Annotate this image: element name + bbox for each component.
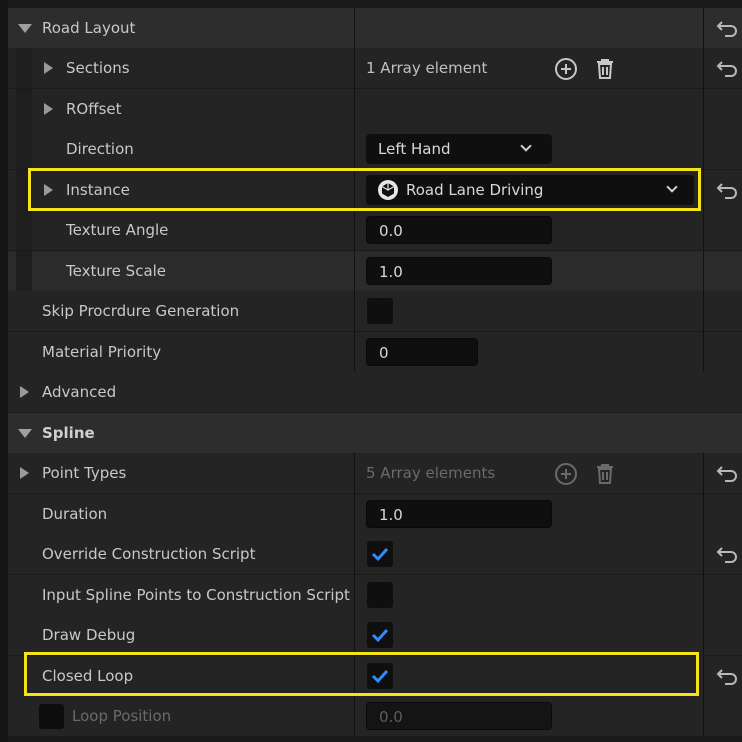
texture-scale-label: Texture Scale: [66, 262, 167, 280]
row-roffset: ROffset: [8, 89, 742, 129]
row-draw-debug: Draw Debug: [8, 615, 742, 655]
checkmark-icon: [371, 547, 389, 562]
collapse-arrow-icon[interactable]: [18, 24, 32, 33]
spline-label: Spline: [42, 424, 95, 442]
override-construction-script-label: Override Construction Script: [42, 545, 256, 563]
direction-dropdown[interactable]: Left Hand: [366, 134, 552, 164]
delete-element-icon[interactable]: [593, 462, 617, 486]
row-input-spline-points: Input Spline Points to Construction Scri…: [8, 575, 742, 615]
point-types-value: 5 Array elements: [366, 464, 496, 482]
material-priority-input[interactable]: 0: [366, 338, 478, 366]
texture-angle-input[interactable]: 0.0: [366, 216, 552, 244]
draw-debug-label: Draw Debug: [42, 626, 136, 644]
expand-arrow-icon[interactable]: [44, 103, 53, 115]
skip-procedure-generation-label: Skip Procrdure Generation: [42, 302, 240, 320]
reset-icon[interactable]: [716, 463, 740, 483]
expand-arrow-icon[interactable]: [20, 467, 29, 479]
reset-icon[interactable]: [716, 544, 740, 564]
row-texture-scale: Texture Scale 1.0: [8, 251, 742, 291]
reset-icon[interactable]: [716, 18, 740, 38]
texture-scale-input[interactable]: 1.0: [366, 257, 552, 285]
loop-position-override-checkbox[interactable]: [39, 704, 64, 729]
add-element-icon[interactable]: [554, 57, 578, 81]
duration-label: Duration: [42, 505, 108, 523]
duration-input[interactable]: 1.0: [366, 500, 552, 528]
row-material-priority: Material Priority 0: [8, 332, 742, 372]
expand-arrow-icon[interactable]: [44, 62, 53, 74]
row-skip-procedure-generation: Skip Procrdure Generation: [8, 291, 742, 331]
row-direction: Direction Left Hand: [8, 129, 742, 169]
material-priority-label: Material Priority: [42, 343, 162, 361]
add-element-icon[interactable]: [554, 462, 578, 486]
checkmark-icon: [371, 628, 389, 643]
point-types-label: Point Types: [42, 464, 127, 482]
reset-icon[interactable]: [716, 666, 740, 686]
delete-element-icon[interactable]: [593, 57, 617, 81]
category-spline[interactable]: Spline: [8, 413, 742, 453]
loop-position-label: Loop Position: [72, 707, 172, 725]
texture-angle-label: Texture Angle: [66, 221, 169, 239]
road-layout-label: Road Layout: [42, 19, 136, 37]
input-spline-points-label: Input Spline Points to Construction Scri…: [42, 586, 350, 604]
highlight-frame-instance: [28, 168, 701, 211]
loop-position-input[interactable]: 0.0: [366, 702, 552, 730]
input-spline-points-checkbox[interactable]: [367, 582, 393, 608]
highlight-frame-closed-loop: [24, 652, 699, 696]
skip-procedure-generation-checkbox[interactable]: [367, 298, 393, 324]
row-sections: Sections 1 Array element: [8, 48, 742, 88]
sections-label: Sections: [66, 59, 130, 77]
advanced-label: Advanced: [42, 383, 117, 401]
row-duration: Duration 1.0: [8, 494, 742, 534]
category-road-layout[interactable]: Road Layout: [8, 8, 742, 48]
collapse-arrow-icon[interactable]: [18, 429, 32, 438]
row-advanced[interactable]: Advanced: [8, 372, 742, 412]
reset-icon[interactable]: [716, 58, 740, 78]
row-loop-position: Loop Position 0.0: [8, 696, 742, 736]
override-construction-script-checkbox[interactable]: [367, 541, 393, 567]
draw-debug-checkbox[interactable]: [367, 622, 393, 648]
direction-label: Direction: [66, 140, 134, 158]
sections-value: 1 Array element: [366, 59, 488, 77]
direction-value: Left Hand: [378, 140, 451, 158]
chevron-down-icon: [520, 140, 532, 152]
expand-arrow-icon[interactable]: [20, 386, 29, 398]
row-override-construction-script: Override Construction Script: [8, 534, 742, 574]
row-texture-angle: Texture Angle 0.0: [8, 210, 742, 250]
reset-icon[interactable]: [716, 180, 740, 200]
roffset-label: ROffset: [66, 100, 122, 118]
row-point-types: Point Types 5 Array elements: [8, 453, 742, 493]
